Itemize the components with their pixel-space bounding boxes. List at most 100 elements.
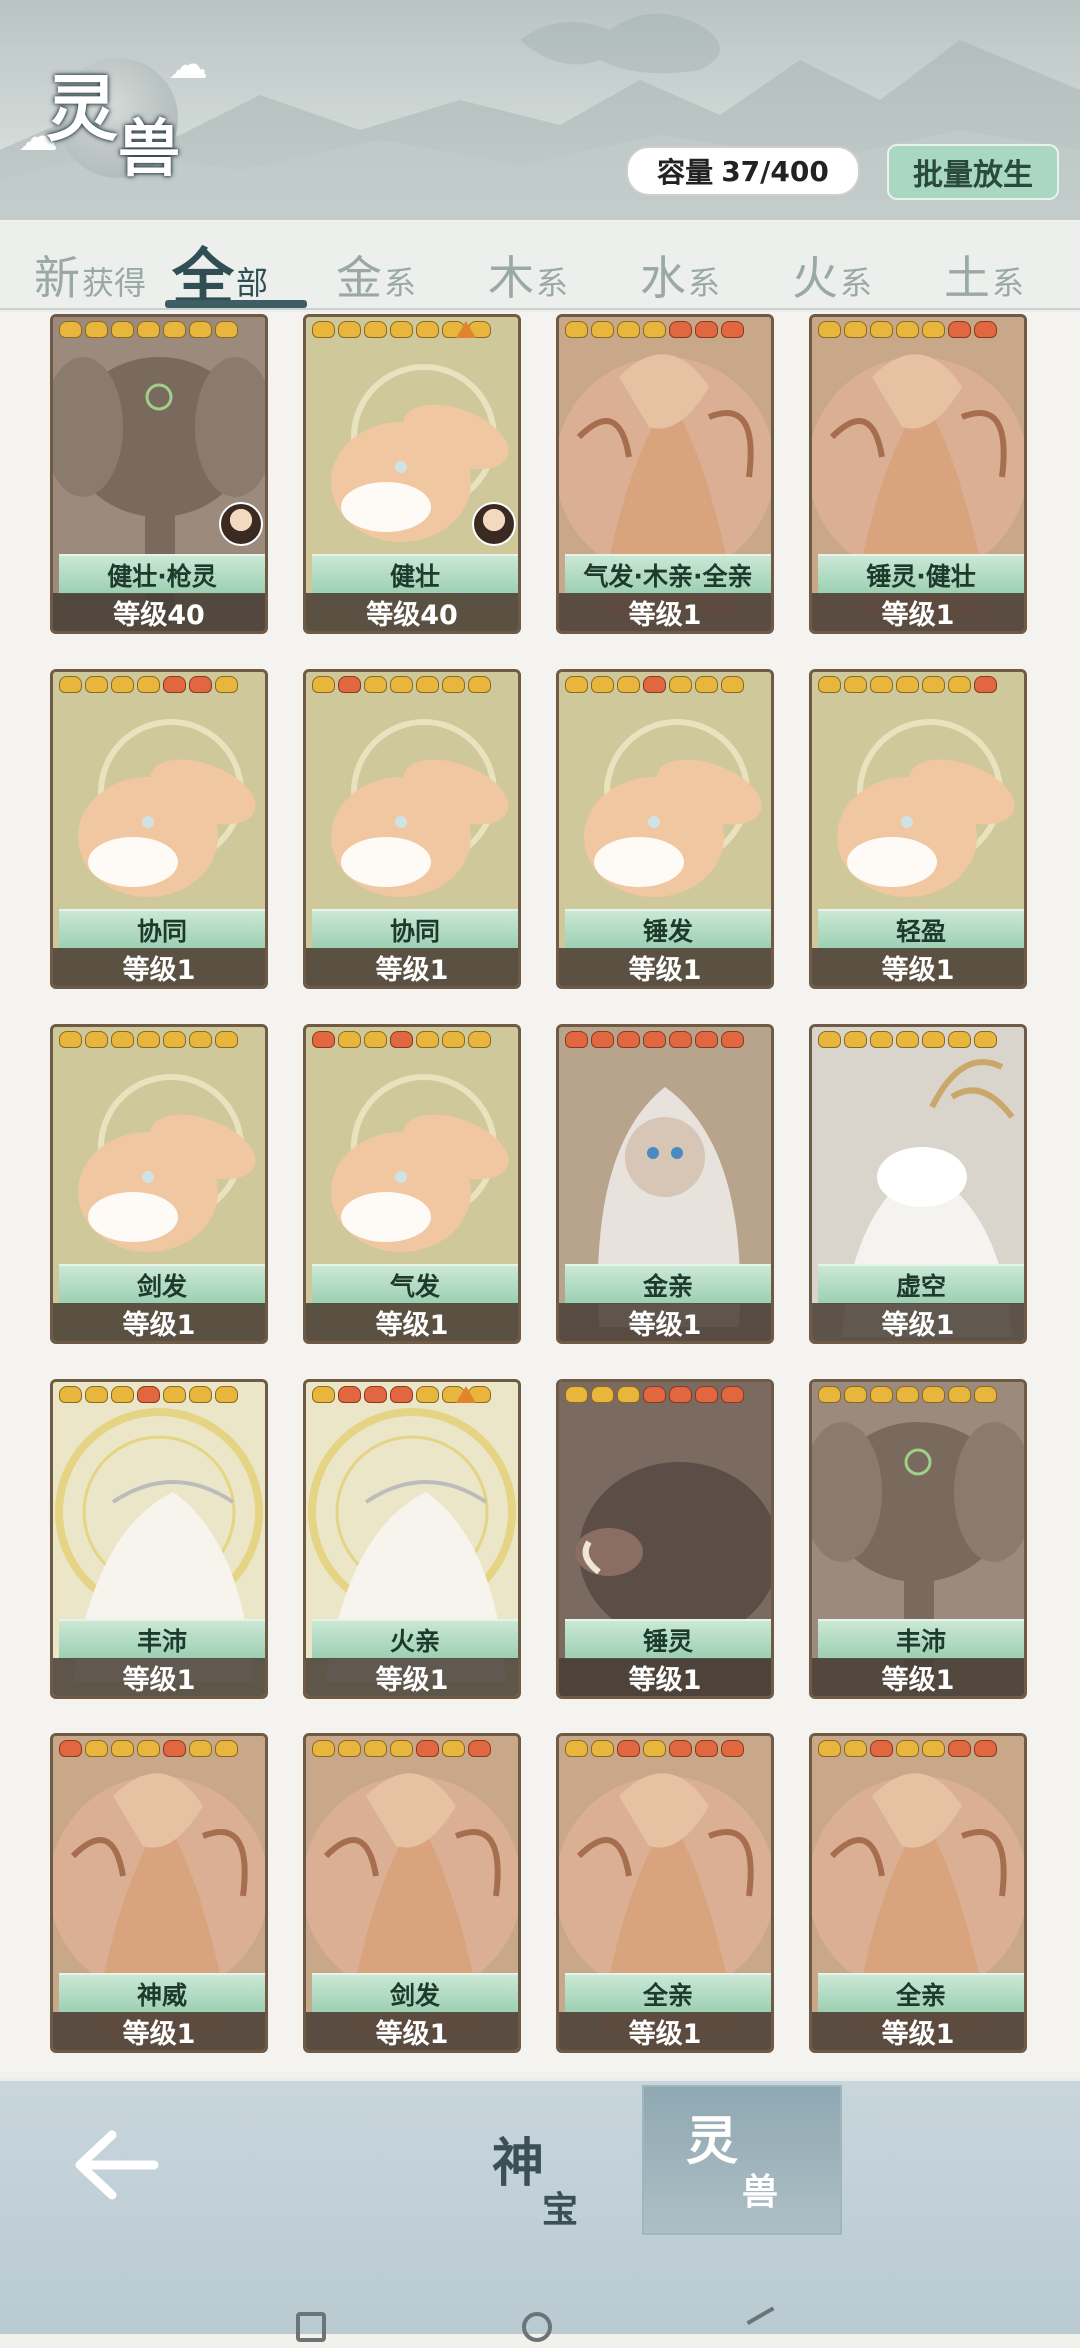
beast-level-label: 等级1 (812, 1658, 1024, 1696)
paw-star-icon (111, 1740, 134, 1757)
capacity-badge: 容量 37/400 (626, 146, 860, 196)
tab-new[interactable]: 新获得 (34, 228, 146, 308)
beast-card[interactable]: 全亲 等级1 (556, 1733, 774, 2053)
warning-triangle-icon (456, 1386, 476, 1403)
beast-card[interactable]: 协同 等级1 (303, 669, 521, 989)
nav-divine-treasure[interactable]: 神 宝 (488, 2111, 618, 2241)
beast-card[interactable]: 健壮 等级40 (303, 314, 521, 634)
paw-star-icon (416, 1740, 439, 1757)
tab-water[interactable]: 水系 (640, 228, 720, 308)
beast-trait-label: 全亲 (565, 1973, 771, 2013)
beast-card[interactable]: 火亲 等级1 (303, 1379, 521, 1699)
paw-star-icon (85, 1740, 108, 1757)
paw-star-icon (948, 1386, 971, 1403)
beast-level-label: 等级1 (306, 2012, 518, 2050)
tab-earth[interactable]: 土系 (944, 228, 1024, 308)
beast-card[interactable]: 金亲 等级1 (556, 1024, 774, 1344)
rarity-stars (59, 1740, 238, 1757)
header-banner: ☁ ☁ 灵 兽 容量 37/400 批量放生 (0, 0, 1080, 220)
nav-spirit-beast[interactable]: 灵 兽 (642, 2085, 842, 2235)
beast-card[interactable]: 锤发 等级1 (556, 669, 774, 989)
beast-level-label: 等级1 (53, 2012, 265, 2050)
paw-star-icon (59, 1031, 82, 1048)
beast-card[interactable]: 协同 等级1 (50, 669, 268, 989)
paw-star-icon (948, 676, 971, 693)
tab-all[interactable]: 全部 (172, 228, 268, 309)
beast-trait-label: 虚空 (818, 1264, 1024, 1304)
beast-card-grid: 健壮·枪灵 等级40 健壮 等级40 气发·木亲·全亲 等级1 锤灵·健壮 等级1 协同… (0, 312, 1080, 2072)
paw-star-icon (565, 1031, 588, 1048)
beast-card[interactable]: 全亲 等级1 (809, 1733, 1027, 2053)
beast-card[interactable]: 剑发 等级1 (303, 1733, 521, 2053)
rarity-stars (565, 1740, 744, 1757)
paw-star-icon (442, 1740, 465, 1757)
rarity-stars (59, 1386, 238, 1403)
rarity-stars (59, 676, 238, 693)
beast-card[interactable]: 丰沛 等级1 (809, 1379, 1027, 1699)
paw-star-icon (948, 321, 971, 338)
beast-card[interactable]: 虚空 等级1 (809, 1024, 1027, 1344)
owner-avatar (472, 502, 516, 546)
paw-star-icon (974, 1386, 997, 1403)
paw-star-icon (617, 1740, 640, 1757)
beast-card[interactable]: 锤灵·健壮 等级1 (809, 314, 1027, 634)
paw-star-icon (721, 676, 744, 693)
paw-star-icon (364, 676, 387, 693)
paw-star-icon (312, 1031, 335, 1048)
paw-star-icon (643, 1386, 666, 1403)
paw-star-icon (390, 1031, 413, 1048)
paw-star-icon (617, 676, 640, 693)
beast-card[interactable]: 健壮·枪灵 等级40 (50, 314, 268, 634)
paw-star-icon (85, 1031, 108, 1048)
paw-star-icon (721, 1386, 744, 1403)
beast-card[interactable]: 气发·木亲·全亲 等级1 (556, 314, 774, 634)
paw-star-icon (565, 676, 588, 693)
paw-star-icon (669, 1031, 692, 1048)
bottom-navigation: 神 宝 灵 兽 (0, 2078, 1080, 2334)
beast-card[interactable]: 丰沛 等级1 (50, 1379, 268, 1699)
paw-star-icon (312, 1386, 335, 1403)
paw-star-icon (59, 676, 82, 693)
warning-triangle-icon (456, 321, 476, 338)
paw-star-icon (591, 1386, 614, 1403)
paw-star-icon (844, 321, 867, 338)
paw-star-icon (818, 1386, 841, 1403)
beast-trait-label: 健壮 (312, 554, 518, 594)
paw-star-icon (591, 1740, 614, 1757)
back-system-icon[interactable] (746, 2306, 788, 2348)
paw-star-icon (364, 1031, 387, 1048)
beast-card[interactable]: 锤灵 等级1 (556, 1379, 774, 1699)
paw-star-icon (669, 1386, 692, 1403)
beast-card[interactable]: 剑发 等级1 (50, 1024, 268, 1344)
beast-level-label: 等级1 (812, 593, 1024, 631)
paw-star-icon (974, 1740, 997, 1757)
rarity-stars (312, 676, 491, 693)
beast-card[interactable]: 气发 等级1 (303, 1024, 521, 1344)
paw-star-icon (643, 321, 666, 338)
beast-level-label: 等级1 (812, 1303, 1024, 1341)
paw-star-icon (870, 676, 893, 693)
tab-metal[interactable]: 金系 (336, 228, 416, 308)
paw-star-icon (59, 321, 82, 338)
paw-star-icon (695, 1386, 718, 1403)
paw-star-icon (922, 1386, 945, 1403)
recent-apps-icon[interactable] (296, 2312, 326, 2342)
tab-wood[interactable]: 木系 (488, 228, 568, 308)
paw-star-icon (922, 321, 945, 338)
back-arrow-icon[interactable] (70, 2125, 160, 2205)
paw-star-icon (390, 321, 413, 338)
beast-level-label: 等级40 (53, 593, 265, 631)
beast-level-label: 等级40 (306, 593, 518, 631)
paw-star-icon (844, 676, 867, 693)
beast-level-label: 等级1 (812, 948, 1024, 986)
tab-new-small: 获得 (82, 264, 147, 302)
tab-earth-small: 系 (992, 264, 1025, 302)
batch-release-button[interactable]: 批量放生 (887, 144, 1059, 200)
rarity-stars (818, 1386, 997, 1403)
beast-card[interactable]: 轻盈 等级1 (809, 669, 1027, 989)
paw-star-icon (643, 1031, 666, 1048)
home-icon[interactable] (522, 2312, 552, 2342)
beast-card[interactable]: 神威 等级1 (50, 1733, 268, 2053)
tab-fire[interactable]: 火系 (792, 228, 872, 308)
tab-fire-small: 系 (840, 264, 873, 302)
